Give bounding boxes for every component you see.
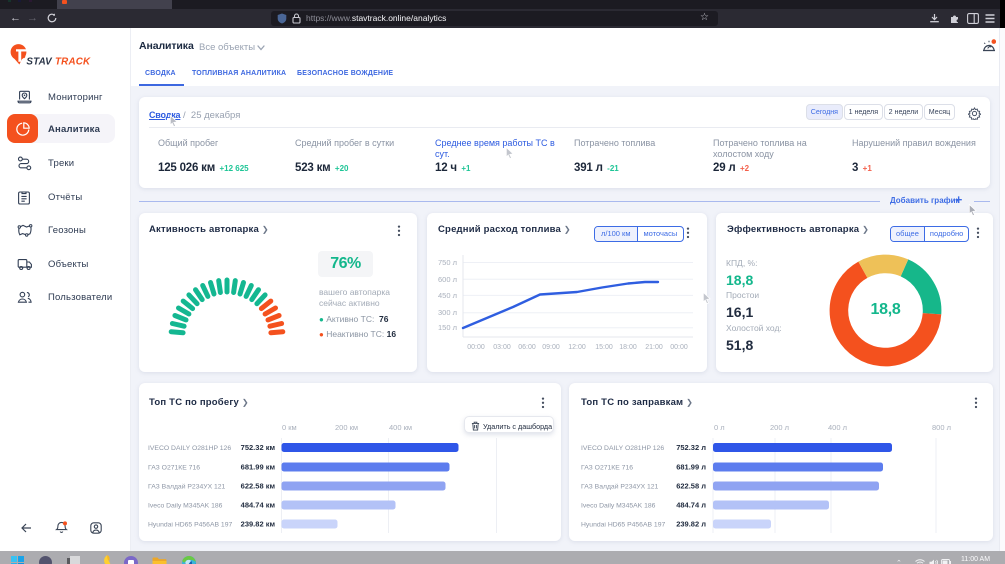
svg-text:200 л: 200 л (770, 423, 789, 432)
svg-text:Iveco Daily M345AK 186: Iveco Daily M345AK 186 (148, 503, 223, 510)
svg-text:09:00: 09:00 (542, 344, 560, 351)
svg-text:800 л: 800 л (932, 423, 951, 432)
svg-text:ГАЗ O271КЕ 716: ГАЗ O271КЕ 716 (148, 465, 200, 472)
svg-text:12:00: 12:00 (568, 344, 586, 351)
svg-text:200 км: 200 км (335, 423, 358, 432)
svg-text:STAV: STAV (26, 57, 53, 68)
svg-text:06:00: 06:00 (518, 344, 536, 351)
svg-text:00:00: 00:00 (670, 344, 688, 351)
svg-text:400 км: 400 км (389, 423, 412, 432)
svg-text:681.99 км: 681.99 км (241, 463, 276, 472)
svg-text:00:00: 00:00 (467, 344, 485, 351)
svg-text:IVECO DAILY O281HP 126: IVECO DAILY O281HP 126 (148, 445, 231, 452)
svg-text:484.74 л: 484.74 л (676, 501, 706, 510)
svg-text:18:00: 18:00 (619, 344, 637, 351)
svg-text:450 л: 450 л (438, 291, 457, 300)
svg-text:0 км: 0 км (282, 423, 297, 432)
svg-text:21:00: 21:00 (645, 344, 663, 351)
svg-text:0 л: 0 л (714, 423, 725, 432)
svg-text:ГАЗ Валдай Р234УХ 121: ГАЗ Валдай Р234УХ 121 (148, 483, 226, 491)
svg-text:239.82 л: 239.82 л (676, 520, 706, 529)
svg-text:600 л: 600 л (438, 275, 457, 284)
svg-text:239.82 км: 239.82 км (241, 520, 276, 529)
svg-text:300 л: 300 л (438, 308, 457, 317)
svg-text:150 л: 150 л (438, 323, 457, 332)
svg-text:Hyundai HD65 Р456АВ 197: Hyundai HD65 Р456АВ 197 (581, 522, 665, 529)
svg-text:681.99 л: 681.99 л (676, 463, 706, 472)
svg-text:484.74 км: 484.74 км (241, 501, 276, 510)
svg-text:752.32 км: 752.32 км (241, 443, 276, 452)
svg-text:ГАЗ O271КЕ 716: ГАЗ O271КЕ 716 (581, 465, 633, 472)
svg-text:622.58 л: 622.58 л (676, 482, 706, 491)
svg-text:752.32 л: 752.32 л (676, 443, 706, 452)
svg-text:750 л: 750 л (438, 258, 457, 267)
svg-text:TRACK: TRACK (55, 57, 91, 68)
svg-text:15:00: 15:00 (595, 344, 613, 351)
svg-text:Hyundai HD65 Р456АВ 197: Hyundai HD65 Р456АВ 197 (148, 522, 232, 529)
svg-text:ГАЗ Валдай Р234УХ 121: ГАЗ Валдай Р234УХ 121 (581, 483, 659, 491)
svg-text:03:00: 03:00 (493, 344, 511, 351)
svg-text:Iveco Daily M345AK 186: Iveco Daily M345AK 186 (581, 503, 656, 510)
svg-text:IVECO DAILY O281HP 126: IVECO DAILY O281HP 126 (581, 445, 664, 452)
svg-text:400 л: 400 л (828, 423, 847, 432)
svg-text:622.58 км: 622.58 км (241, 482, 276, 491)
